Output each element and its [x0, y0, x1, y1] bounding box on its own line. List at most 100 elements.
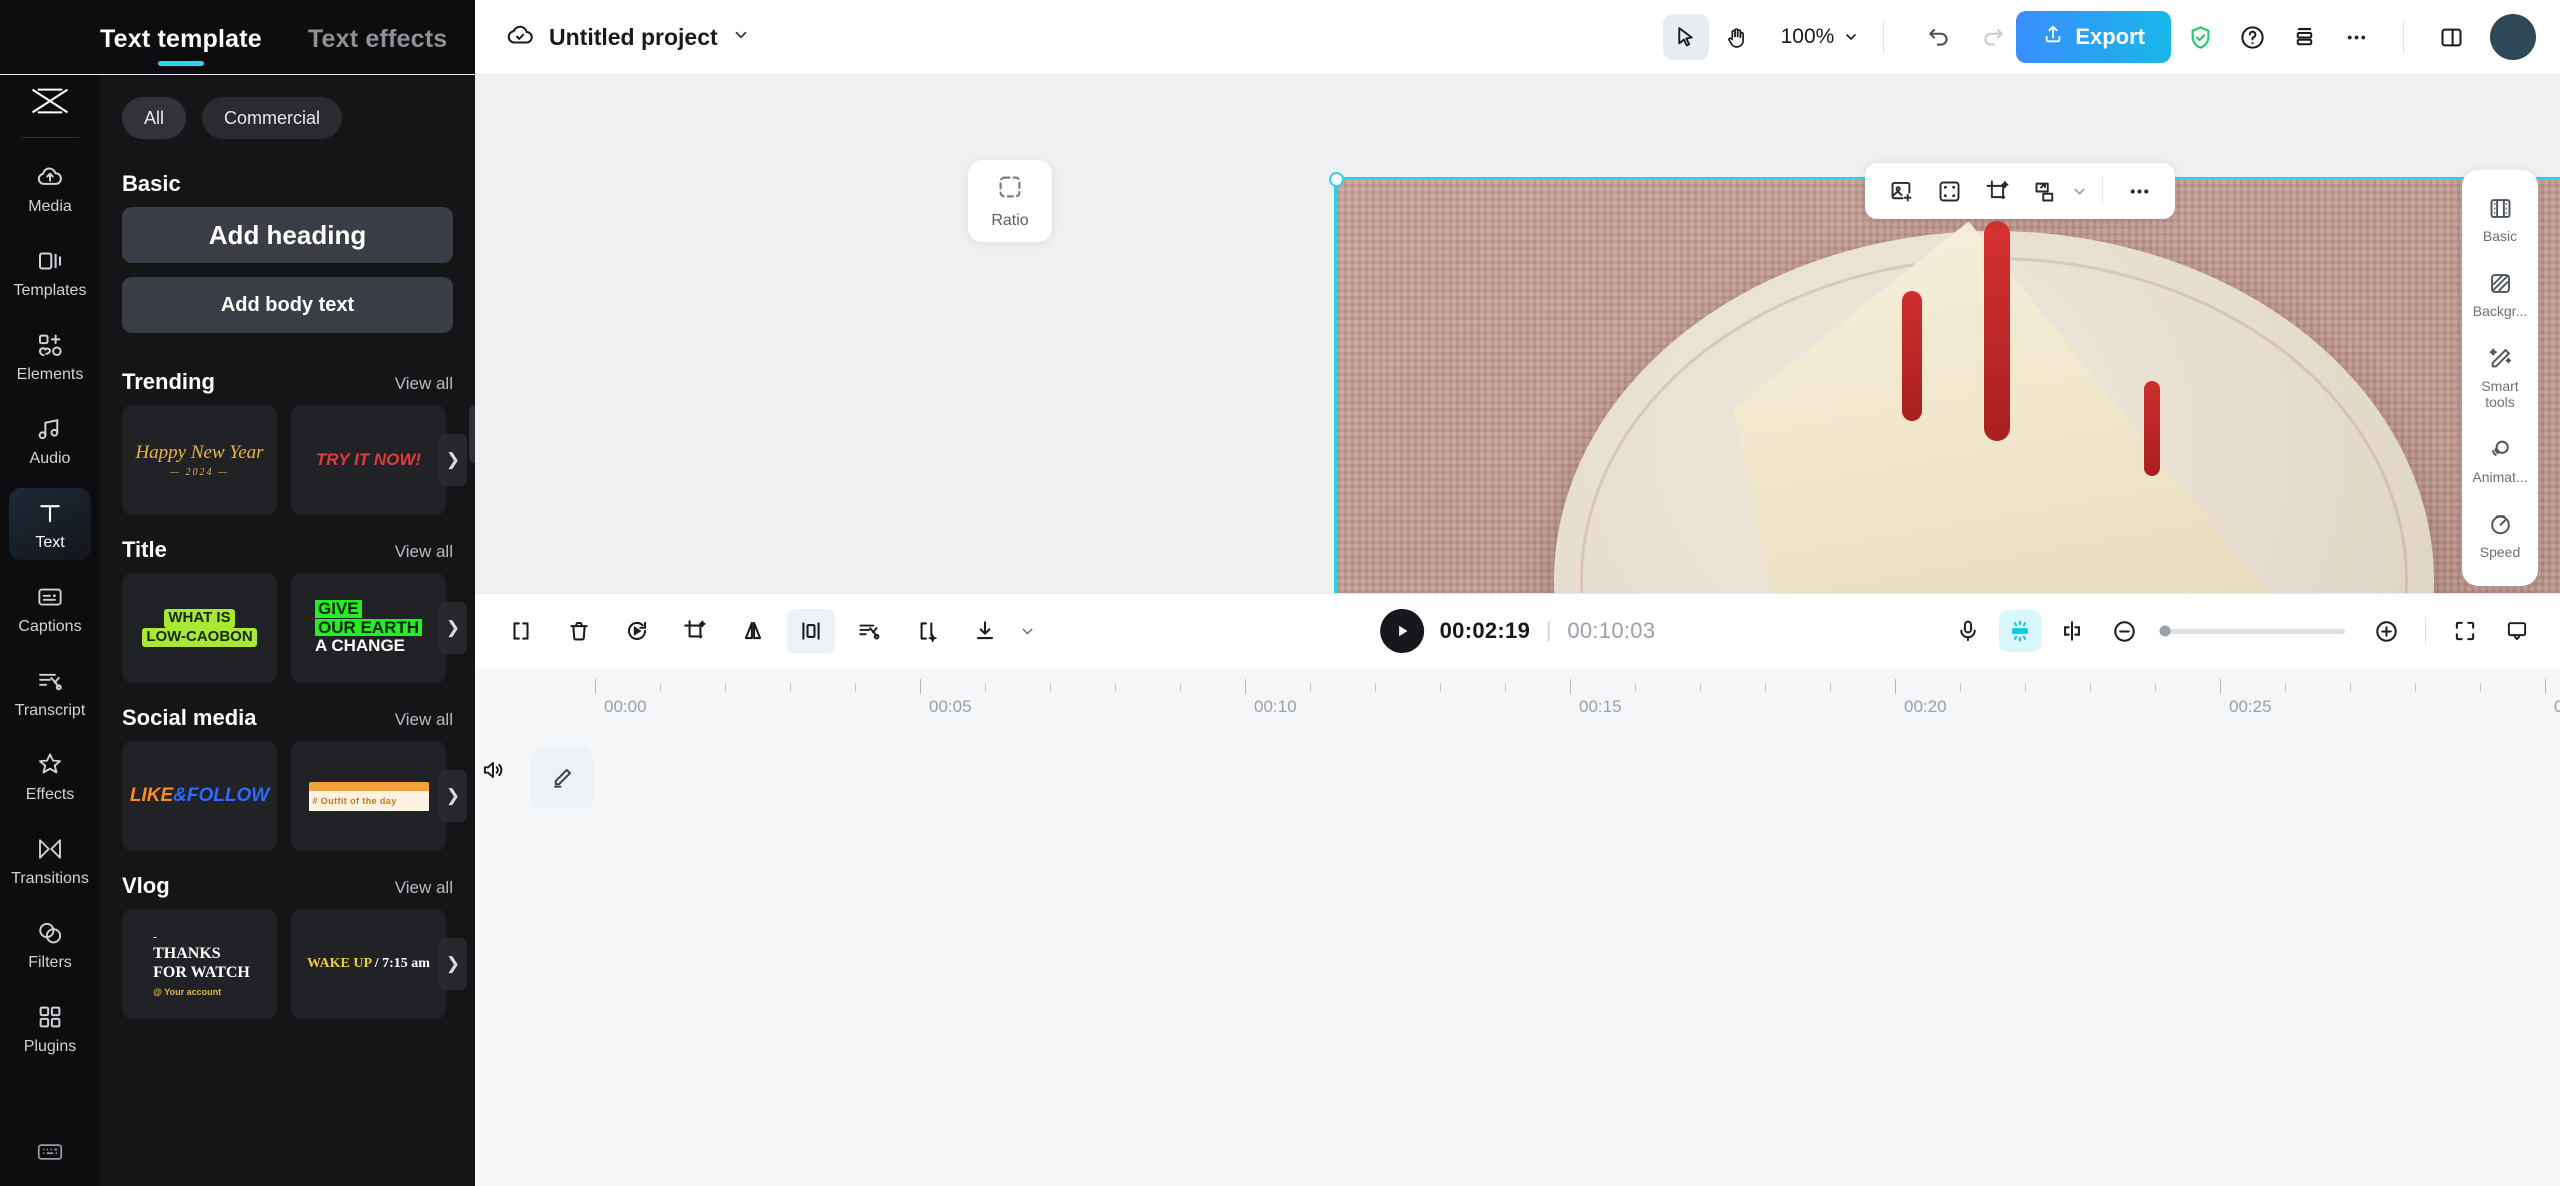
sidebar-item-media[interactable]: Media — [9, 152, 91, 224]
replace-image-icon[interactable] — [1879, 169, 1923, 213]
ratio-button[interactable]: Ratio — [968, 160, 1052, 242]
zoom-level-control[interactable]: 100% — [1781, 25, 1860, 49]
chevron-down-icon[interactable] — [732, 26, 750, 49]
sidebar-item-elements[interactable]: Elements — [9, 320, 91, 392]
text-template-panel: All Commercial Basic Add heading Add bod… — [100, 75, 475, 1186]
sidebar-item-audio[interactable]: Audio — [9, 404, 91, 476]
add-heading-button[interactable]: Add heading — [122, 207, 453, 263]
sidebar-item-label: Templates — [13, 282, 87, 299]
avatar[interactable] — [2490, 14, 2536, 60]
layers-icon[interactable] — [2281, 14, 2327, 60]
speaker-on-icon[interactable] — [480, 757, 506, 788]
hand-tool[interactable] — [1715, 14, 1761, 60]
template-card[interactable]: TRY IT NOW! — [291, 405, 446, 515]
clip-float-toolbar — [1865, 163, 2175, 219]
export-button[interactable]: Export — [2016, 11, 2171, 63]
chevron-right-icon[interactable]: ❯ — [439, 434, 467, 486]
ruler-major-tick — [2220, 678, 2221, 694]
view-all-vlog[interactable]: View all — [395, 878, 453, 898]
sidebar-item-filters[interactable]: Filters — [9, 908, 91, 980]
microphone-icon[interactable] — [1947, 610, 1989, 652]
sidebar-item-label: Filters — [28, 954, 72, 971]
template-card[interactable]: LIKE&FOLLOW — [122, 741, 277, 851]
timeline-ruler[interactable]: 00:00 00:05 00:10 00:15 00:20 00:25 00: — [475, 669, 2560, 727]
sidebar-item-transitions[interactable]: Transitions — [9, 824, 91, 896]
auto-cut-icon[interactable] — [845, 609, 893, 653]
chevron-right-icon[interactable]: ❯ — [439, 602, 467, 654]
panel-resize-grip[interactable] — [469, 405, 475, 463]
chevron-down-icon[interactable] — [2071, 183, 2088, 200]
chevron-right-icon[interactable]: ❯ — [439, 938, 467, 990]
template-card[interactable]: Happy New Year — 2024 — — [122, 405, 277, 515]
resize-handle-top-left[interactable] — [1329, 172, 1344, 187]
cloud-check-icon — [505, 20, 535, 55]
fit-to-frame-icon[interactable] — [1927, 169, 1971, 213]
mirror-flip-icon[interactable] — [729, 609, 777, 653]
panel-layout-icon[interactable] — [2428, 14, 2474, 60]
filter-all[interactable]: All — [122, 97, 187, 139]
template-card[interactable]: - THANKS FOR WATCH @ Your account — [122, 909, 277, 1019]
preview-screen-icon[interactable] — [2496, 610, 2538, 652]
template-card[interactable]: GIVE OUR EARTH A CHANGE — [291, 573, 446, 683]
divider — [2403, 20, 2404, 54]
chevron-right-icon[interactable]: ❯ — [439, 770, 467, 822]
template-card[interactable]: # Outfit of the day — [291, 741, 446, 851]
undo-button[interactable] — [1916, 14, 1962, 60]
project-title[interactable]: Untitled project — [549, 24, 718, 51]
download-icon[interactable] — [961, 609, 1009, 653]
dock-item-speed[interactable]: Speed — [2467, 502, 2533, 569]
chevron-down-icon[interactable] — [1019, 623, 1036, 640]
sidebar-item-transcript[interactable]: Transcript — [9, 656, 91, 728]
expand-icon[interactable] — [2444, 610, 2486, 652]
timeline-zoom-slider[interactable] — [2159, 625, 2345, 637]
sidebar-item-captions[interactable]: Captions — [9, 572, 91, 644]
dock-item-background[interactable]: Backgr... — [2467, 261, 2533, 328]
zoom-in-circle-icon[interactable] — [2365, 610, 2407, 652]
picture-in-picture-icon[interactable] — [2023, 169, 2067, 213]
dock-item-basic[interactable]: Basic — [2467, 186, 2533, 253]
pencil-edit-icon[interactable] — [531, 746, 593, 809]
sidebar-item-text[interactable]: Text — [9, 488, 91, 560]
template-card[interactable]: WAKE UP / 7:15 am — [291, 909, 446, 1019]
split-marker-icon[interactable] — [2051, 610, 2093, 652]
sidebar-item-plugins[interactable]: Plugins — [9, 992, 91, 1064]
split-icon[interactable] — [497, 609, 545, 653]
section-title-header: Title View all — [122, 515, 453, 573]
chevron-down-icon — [1846, 34, 1857, 40]
crop-icon[interactable] — [671, 609, 719, 653]
sidebar-item-effects[interactable]: Effects — [9, 740, 91, 812]
section-vlog-header: Vlog View all — [122, 851, 453, 909]
dock-item-animation[interactable]: Animat... — [2467, 427, 2533, 494]
timeline[interactable]: 00:00 00:05 00:10 00:15 00:20 00:25 00: video … — [475, 668, 2560, 1186]
shield-check-icon[interactable] — [2177, 14, 2223, 60]
template-card[interactable]: WHAT IS LOW-CAOBON — [122, 573, 277, 683]
select-tool[interactable] — [1662, 14, 1709, 60]
redo-button[interactable] — [1970, 14, 2016, 60]
tab-text-template[interactable]: Text template — [100, 25, 262, 66]
keyboard-shortcuts-icon[interactable] — [35, 1137, 65, 1186]
more-horizontal-icon[interactable] — [2117, 169, 2161, 213]
capcut-logo-icon[interactable] — [29, 75, 71, 127]
sidebar-item-label: Captions — [18, 618, 82, 635]
reverse-icon[interactable] — [613, 609, 661, 653]
help-circle-icon[interactable] — [2229, 14, 2275, 60]
slider-knob[interactable] — [2159, 625, 2171, 637]
freeze-frame-icon[interactable] — [787, 609, 835, 653]
ruler-minor-tick — [1115, 682, 1116, 692]
view-all-social[interactable]: View all — [395, 710, 453, 730]
play-button[interactable] — [1379, 609, 1424, 653]
main-area: Media Templates Elements Audio Text Capt… — [0, 75, 2560, 1186]
delete-trash-icon[interactable] — [555, 609, 603, 653]
crop-magic-icon[interactable] — [1975, 169, 2019, 213]
view-all-title[interactable]: View all — [395, 542, 453, 562]
dock-item-smart-tools[interactable]: Smart tools — [2467, 336, 2533, 419]
tab-text-effects[interactable]: Text effects — [308, 25, 448, 66]
auto-caption-icon[interactable] — [1999, 610, 2041, 652]
zoom-out-circle-icon[interactable] — [2103, 610, 2145, 652]
view-all-trending[interactable]: View all — [395, 374, 453, 394]
add-body-text-button[interactable]: Add body text — [122, 277, 453, 333]
enhance-split-icon[interactable] — [903, 609, 951, 653]
more-horizontal-icon[interactable] — [2333, 14, 2379, 60]
filter-commercial[interactable]: Commercial — [202, 97, 343, 139]
sidebar-item-templates[interactable]: Templates — [9, 236, 91, 308]
